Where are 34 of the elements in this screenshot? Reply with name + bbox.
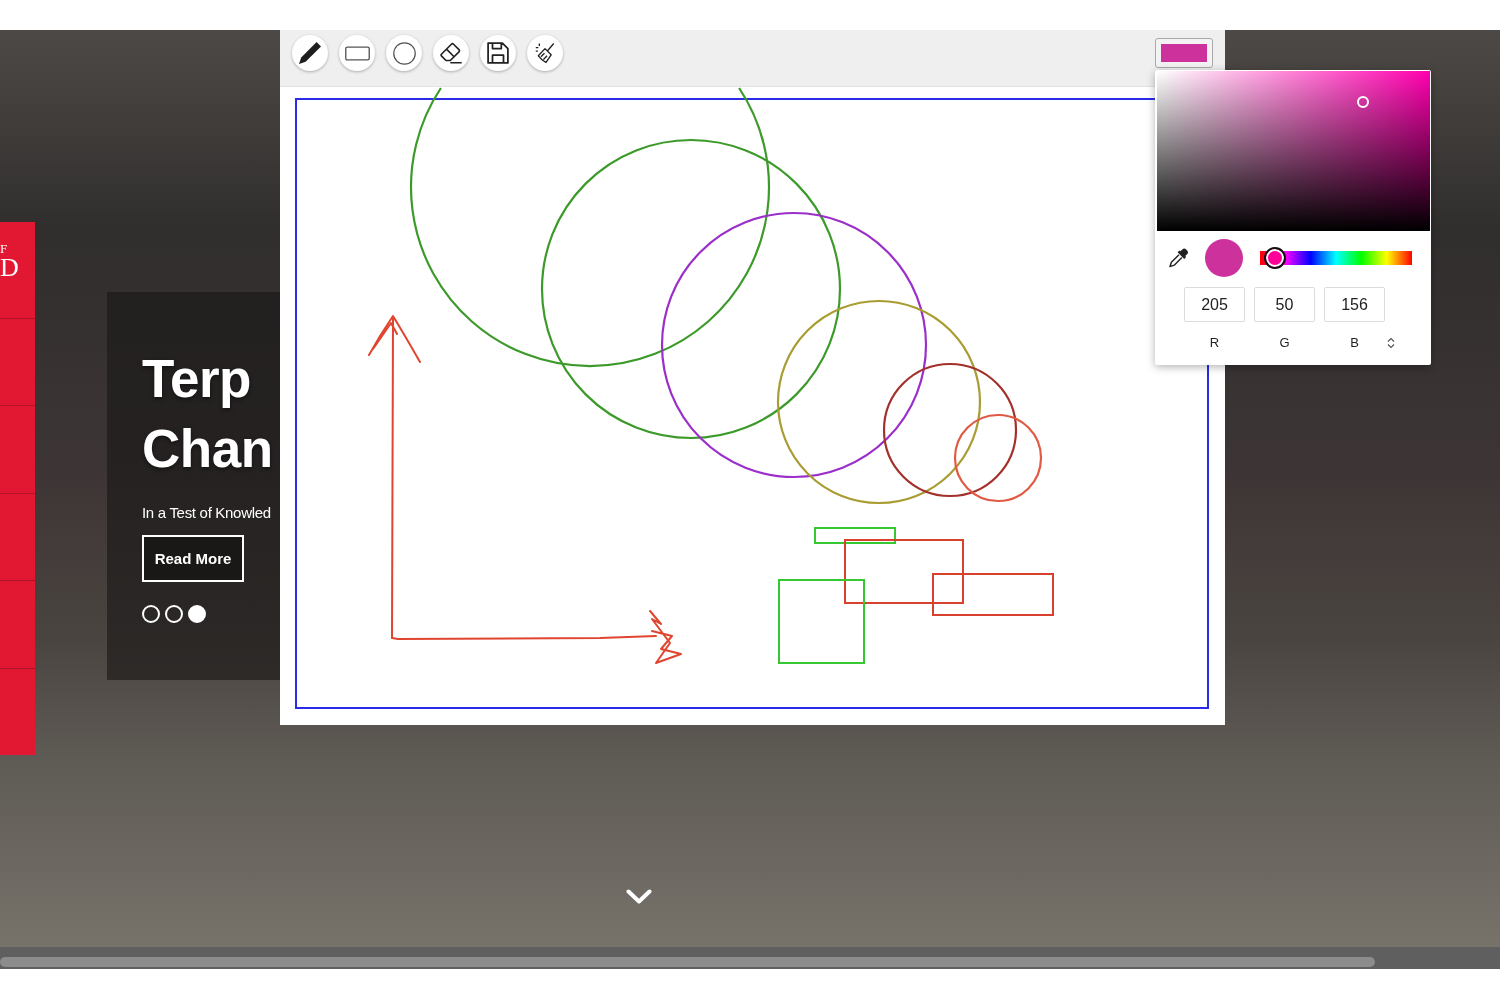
eyedropper-icon[interactable] xyxy=(1169,248,1189,268)
rgb-input-field[interactable]: 50 xyxy=(1254,287,1315,322)
circle-icon xyxy=(392,41,416,65)
clear-button[interactable] xyxy=(527,35,563,71)
field-label: G xyxy=(1278,335,1291,350)
rectangle-tool-button[interactable] xyxy=(339,35,375,71)
hue-slider[interactable] xyxy=(1260,247,1412,269)
eraser-icon xyxy=(440,42,462,64)
field-label: B xyxy=(1349,335,1360,350)
broom-icon xyxy=(535,43,555,63)
scrollbar-thumb[interactable] xyxy=(0,957,1375,967)
field-label: R xyxy=(1208,335,1221,350)
rgb-input-field[interactable]: 205 xyxy=(1184,287,1245,322)
chevron-down-icon[interactable] xyxy=(626,889,652,905)
logo-letter: F xyxy=(0,242,8,255)
logo-letter: D xyxy=(0,255,19,281)
circle-tool-button[interactable] xyxy=(386,35,422,71)
hero-title: Terp Chan xyxy=(142,348,273,480)
rgb-input-field[interactable]: 156 xyxy=(1324,287,1385,322)
horizontal-scrollbar[interactable] xyxy=(0,947,1500,969)
pencil-tool-button[interactable] xyxy=(292,35,328,71)
eraser-tool-button[interactable] xyxy=(433,35,469,71)
ring-icon[interactable] xyxy=(1357,96,1370,109)
read-more-button[interactable]: Read More xyxy=(142,535,244,582)
pencil-icon xyxy=(299,42,321,64)
saturation-brightness-area[interactable] xyxy=(1157,71,1430,231)
color-swatch-button[interactable] xyxy=(1155,38,1213,68)
hero-subtitle: In a Test of Knowled xyxy=(142,504,271,521)
carousel-dot[interactable] xyxy=(142,605,160,623)
save-button[interactable] xyxy=(480,35,516,71)
carousel-dot[interactable] xyxy=(165,605,183,623)
rectangle-icon xyxy=(344,45,370,61)
up-down-chevron-icon[interactable] xyxy=(1387,336,1395,349)
slider-thumb[interactable] xyxy=(1264,247,1287,269)
